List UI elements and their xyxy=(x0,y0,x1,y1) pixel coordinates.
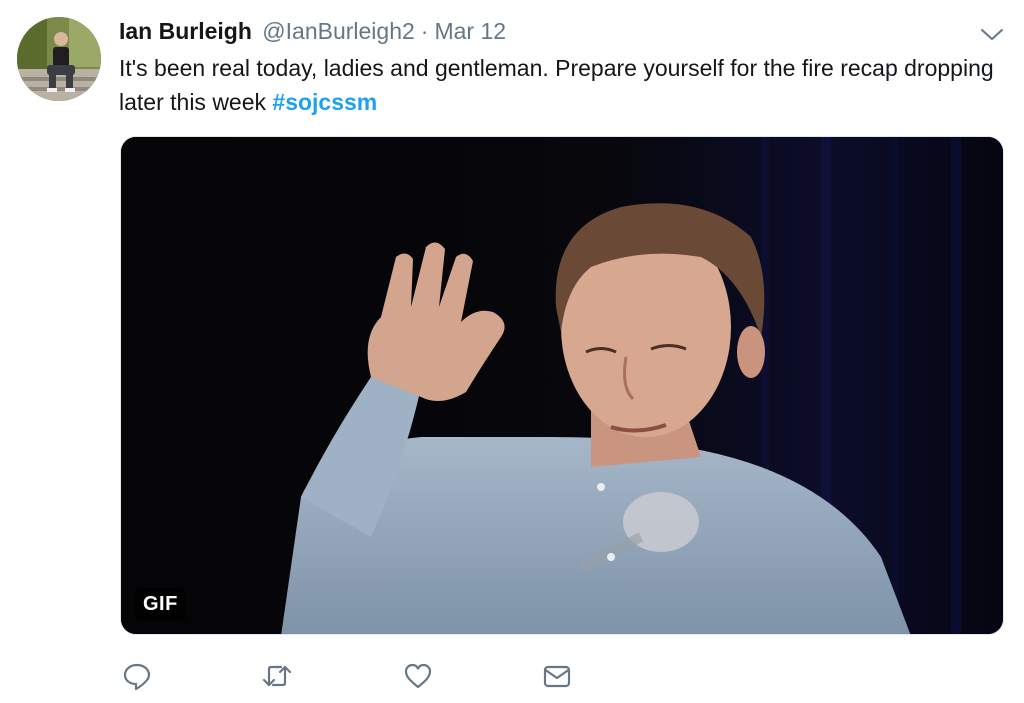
more-options-button[interactable] xyxy=(978,20,1006,48)
envelope-icon xyxy=(543,665,571,688)
like-button[interactable] xyxy=(402,660,434,692)
gif-image xyxy=(121,137,1003,634)
heart-icon xyxy=(404,663,432,689)
tweet-body: It's been real today, ladies and gentlem… xyxy=(119,55,994,115)
avatar[interactable] xyxy=(17,17,101,101)
tweet-header: Ian Burleigh @IanBurleigh2 · Mar 12 xyxy=(119,16,506,46)
separator-dot: · xyxy=(420,18,429,44)
gif-badge: GIF xyxy=(135,588,186,621)
author-handle[interactable]: @IanBurleigh2 xyxy=(262,18,415,44)
gif-media[interactable]: GIF xyxy=(120,136,1004,635)
retweet-button[interactable] xyxy=(261,660,293,692)
hashtag-link[interactable]: #sojcssm xyxy=(272,89,377,115)
reply-button[interactable] xyxy=(121,660,153,692)
author-name[interactable]: Ian Burleigh xyxy=(119,18,252,44)
direct-message-button[interactable] xyxy=(541,660,573,692)
tweet-text: It's been real today, ladies and gentlem… xyxy=(119,51,999,119)
chevron-down-icon xyxy=(981,29,1003,40)
reply-icon xyxy=(123,663,151,691)
retweet-icon xyxy=(262,665,292,687)
tweet: Ian Burleigh @IanBurleigh2 · Mar 12 It's b… xyxy=(0,0,1024,703)
tweet-date[interactable]: Mar 12 xyxy=(434,18,506,44)
